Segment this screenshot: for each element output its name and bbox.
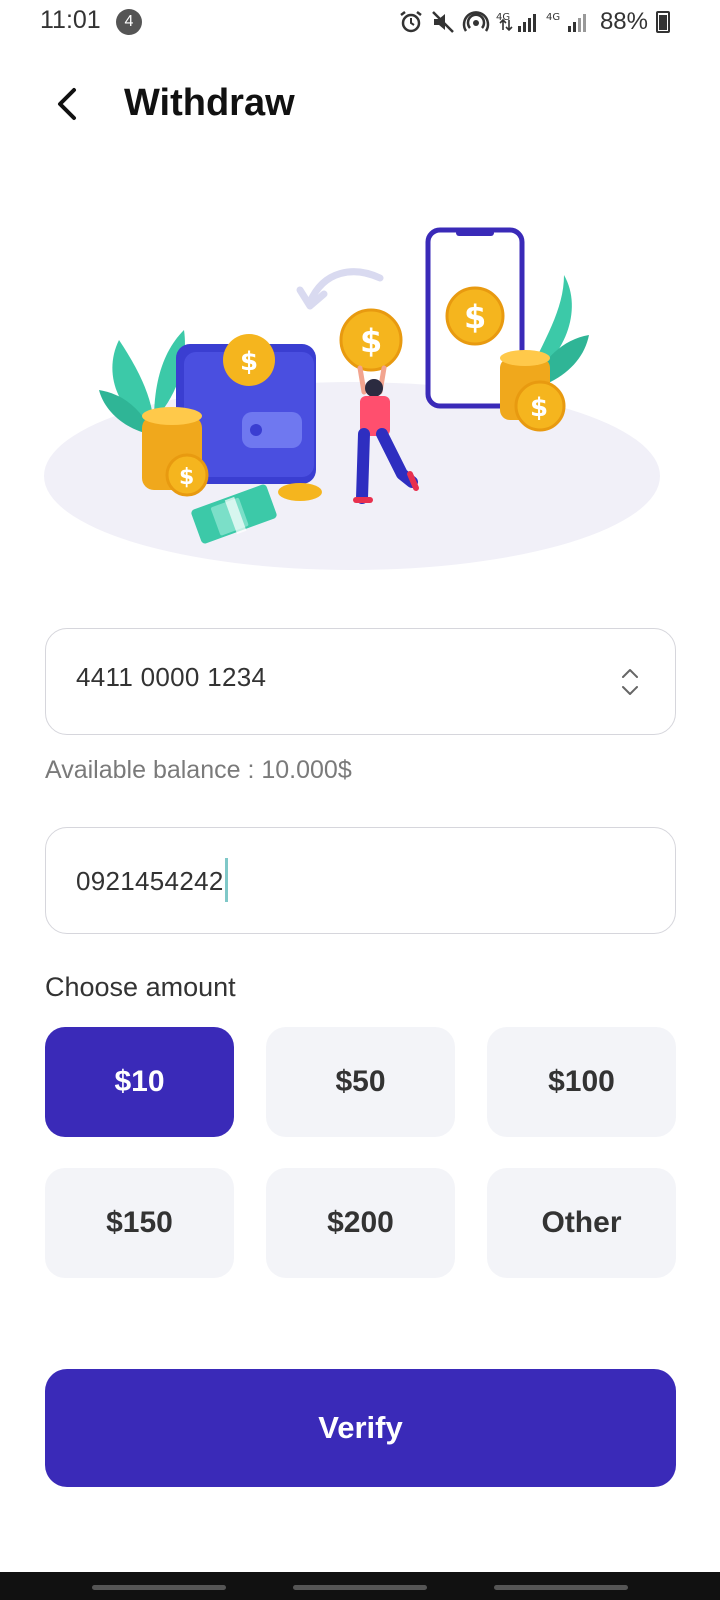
svg-text:$: $: [360, 322, 382, 360]
card-select[interactable]: 4411 0000 1234: [45, 628, 676, 735]
svg-text:$: $: [179, 465, 194, 490]
hotspot-icon: [462, 11, 490, 32]
nav-handle-center[interactable]: [293, 1585, 427, 1590]
amount-option-200[interactable]: $200: [266, 1168, 455, 1278]
available-balance: Available balance : 10.000$: [45, 756, 352, 784]
status-time: 11:01: [40, 6, 101, 34]
mute-icon: [432, 11, 454, 33]
nav-handle-right[interactable]: [494, 1585, 628, 1590]
svg-text:4G: 4G: [546, 12, 560, 23]
phone-number-value: 0921454242: [76, 865, 224, 896]
coin-flat-icon: [278, 483, 322, 501]
notification-count-badge: 4: [116, 9, 142, 35]
coin-stack-left-icon: $: [142, 407, 209, 497]
amount-option-50[interactable]: $50: [266, 1027, 455, 1137]
battery-percent: 88%: [599, 8, 648, 35]
amount-option-150[interactable]: $150: [45, 1168, 234, 1278]
choose-amount-label: Choose amount: [45, 972, 236, 1002]
signal-4g-icon-1: 4G: [496, 12, 536, 32]
amount-option-10[interactable]: $10: [45, 1027, 234, 1137]
up-down-chevron-icon: [622, 669, 638, 695]
battery-icon: [656, 11, 670, 33]
withdraw-illustration: $ $ $ $ $: [44, 227, 660, 570]
svg-text:$: $: [530, 393, 548, 423]
status-bar: 11:01 4 4G 4G 88%: [0, 0, 720, 44]
card-select-value: 4411 0000 1234: [76, 662, 267, 692]
verify-button[interactable]: Verify: [45, 1369, 676, 1487]
chevron-left-icon: [58, 88, 76, 120]
system-nav-bar: [0, 1572, 720, 1600]
alarm-icon: [400, 11, 422, 33]
amount-option-other[interactable]: Other: [487, 1168, 676, 1278]
phone-number-input[interactable]: 0921454242: [45, 827, 676, 934]
signal-4g-icon-2: 4G: [546, 12, 586, 32]
amount-option-100[interactable]: $100: [487, 1027, 676, 1137]
page-title: Withdraw: [124, 82, 295, 124]
nav-handle-left[interactable]: [92, 1585, 226, 1590]
svg-text:$: $: [464, 298, 486, 336]
status-icons: 4G 4G 88%: [398, 8, 670, 36]
back-button[interactable]: [48, 84, 88, 124]
text-caret: [224, 858, 228, 902]
header: Withdraw: [0, 70, 720, 140]
